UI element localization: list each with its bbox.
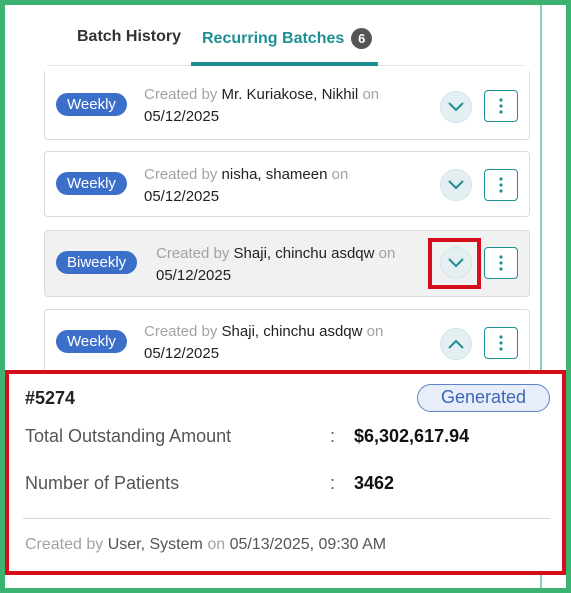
highlight-box [5, 370, 566, 575]
active-tab-indicator [191, 62, 378, 66]
tab-recurring-label: Recurring Batches [202, 29, 345, 47]
created-by-prefix: Created by [144, 166, 218, 183]
tab-bar: Batch History Recurring Batches 6 [47, 18, 525, 66]
creator-name: Shaji, chinchu asdqw [221, 323, 363, 340]
batch-info: Created by Shaji, chinchu asdqw on 05/12… [156, 243, 395, 287]
created-date: 05/12/2025 [144, 345, 220, 362]
created-date: 05/12/2025 [144, 108, 220, 125]
list-item[interactable]: Weekly Created by nisha, shameen on 05/1… [44, 151, 530, 217]
creator-name: nisha, shameen [221, 166, 328, 183]
frequency-badge: Biweekly [56, 251, 138, 274]
batch-info: Created by nisha, shameen on 05/12/2025 [144, 164, 348, 208]
more-options-button[interactable] [484, 247, 518, 279]
on-text: on [362, 86, 380, 103]
chevron-down-icon [448, 102, 464, 112]
expand-button[interactable] [440, 169, 472, 201]
created-date: 05/12/2025 [156, 267, 232, 284]
collapse-button[interactable] [440, 328, 472, 360]
created-by-prefix: Created by [144, 86, 218, 103]
kebab-icon [499, 98, 503, 114]
creator-name: Mr. Kuriakose, Nikhil [221, 86, 359, 103]
created-by-prefix: Created by [156, 245, 230, 262]
created-date: 05/12/2025 [144, 188, 220, 205]
on-text: on [378, 245, 396, 262]
list-item[interactable]: Weekly Created by Mr. Kuriakose, Nikhil … [44, 71, 530, 140]
frequency-badge: Weekly [56, 93, 127, 116]
on-text: on [366, 323, 384, 340]
batch-info: Created by Mr. Kuriakose, Nikhil on 05/1… [144, 84, 379, 128]
kebab-icon [499, 335, 503, 351]
tab-recurring-batches[interactable]: Recurring Batches 6 [202, 28, 373, 49]
frequency-badge: Weekly [56, 330, 127, 353]
highlight-box [428, 238, 481, 289]
more-options-button[interactable] [484, 327, 518, 359]
creator-name: Shaji, chinchu asdqw [233, 245, 375, 262]
more-options-button[interactable] [484, 90, 518, 122]
expand-button[interactable] [440, 91, 472, 123]
chevron-down-icon [448, 180, 464, 190]
chevron-up-icon [448, 339, 464, 349]
list-item-expanded[interactable]: Weekly Created by Shaji, chinchu asdqw o… [44, 309, 530, 377]
created-by-prefix: Created by [144, 323, 218, 340]
on-text: on [331, 166, 349, 183]
frequency-badge: Weekly [56, 172, 127, 195]
kebab-icon [499, 177, 503, 193]
more-options-button[interactable] [484, 169, 518, 201]
recurring-count-badge: 6 [351, 28, 373, 49]
batch-info: Created by Shaji, chinchu asdqw on 05/12… [144, 321, 383, 365]
kebab-icon [499, 255, 503, 271]
tab-batch-history[interactable]: Batch History [77, 28, 181, 46]
